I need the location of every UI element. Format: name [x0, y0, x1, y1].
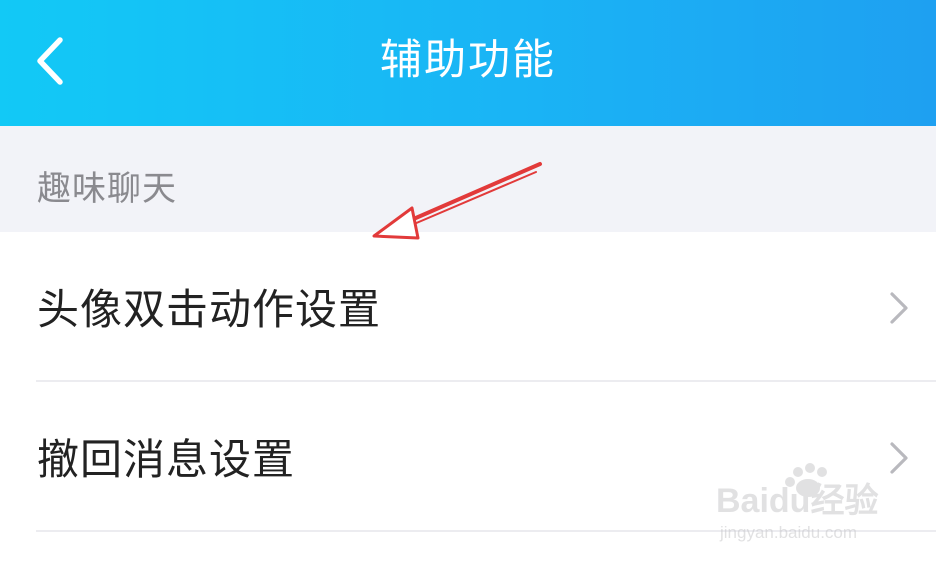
settings-screen: 辅助功能 趣味聊天 头像双击动作设置 撤回消息设置 Baidu经验 jingya…	[0, 0, 936, 562]
page-title: 辅助功能	[379, 35, 556, 84]
baidu-jingyan-watermark-logo: Baidu经验 jingyan.baidu.com	[716, 462, 916, 546]
svg-text:Baidu经验: Baidu经验	[716, 481, 878, 520]
chevron-right-icon	[886, 290, 912, 326]
list-item-avatar-double-tap-settings[interactable]: 头像双击动作设置	[0, 232, 936, 382]
svg-text:jingyan.baidu.com: jingyan.baidu.com	[719, 523, 857, 542]
top-navigation-bar: 辅助功能	[0, 0, 936, 126]
section-label: 趣味聊天	[37, 169, 177, 209]
list-item-label: 撤回消息设置	[37, 435, 296, 484]
list-item-label: 头像双击动作设置	[37, 285, 382, 334]
